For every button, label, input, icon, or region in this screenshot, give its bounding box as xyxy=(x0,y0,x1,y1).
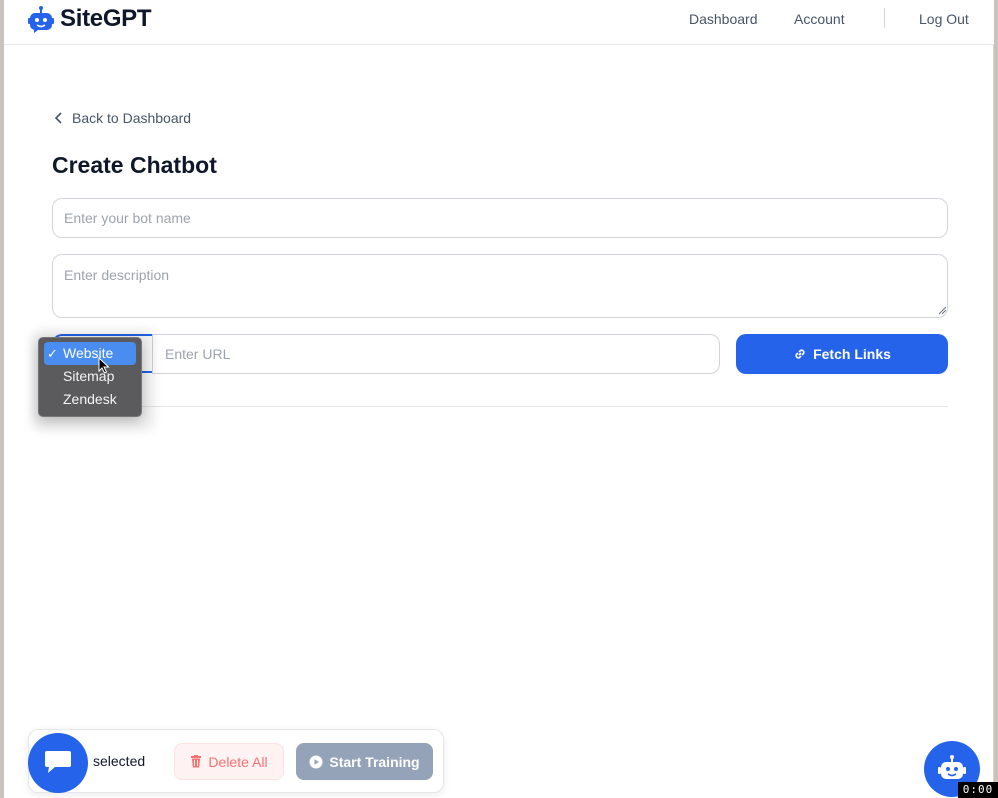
nav-divider xyxy=(884,8,885,28)
dropdown-option-sitemap[interactable]: Sitemap xyxy=(44,365,136,388)
trash-icon xyxy=(191,755,202,768)
start-training-label: Start Training xyxy=(329,753,420,770)
brand-logo[interactable]: SiteGPT xyxy=(28,4,152,34)
chat-support-button[interactable] xyxy=(28,733,88,793)
delete-all-label: Delete All xyxy=(208,753,268,770)
nav-logout-link[interactable]: Log Out xyxy=(919,11,969,27)
recording-timer: 0:00 xyxy=(958,782,998,798)
delete-all-button[interactable]: Delete All xyxy=(174,743,284,780)
resize-grip-icon[interactable] xyxy=(938,306,947,315)
section-divider xyxy=(52,406,948,407)
nav-dashboard-link[interactable]: Dashboard xyxy=(689,11,758,27)
link-icon xyxy=(795,349,805,359)
selected-count-label: selected xyxy=(93,753,146,769)
back-to-dashboard-link[interactable]: Back to Dashboard xyxy=(54,110,191,126)
dropdown-option-website[interactable]: ✓ Website xyxy=(44,342,136,365)
mouse-cursor-icon xyxy=(98,357,110,374)
fetch-links-button[interactable]: Fetch Links xyxy=(736,334,948,374)
checkmark-icon: ✓ xyxy=(47,346,58,361)
nav-account-link[interactable]: Account xyxy=(794,11,845,27)
brand-name: SiteGPT xyxy=(60,5,152,32)
top-header: SiteGPT Dashboard Account Log Out xyxy=(4,0,994,45)
url-input[interactable] xyxy=(152,334,720,374)
chevron-left-icon xyxy=(54,112,62,124)
bot-name-input[interactable] xyxy=(52,198,948,238)
description-textarea[interactable] xyxy=(52,254,948,318)
fetch-links-label: Fetch Links xyxy=(813,346,891,362)
chat-icon xyxy=(45,751,71,773)
robot-icon xyxy=(938,755,966,779)
back-link-label: Back to Dashboard xyxy=(72,110,192,126)
option-label: Zendesk xyxy=(63,391,117,407)
dropdown-option-zendesk[interactable]: Zendesk xyxy=(44,388,136,411)
source-type-dropdown[interactable]: ✓ Website Sitemap Zendesk xyxy=(38,337,142,417)
bottom-action-bar: selected Delete All Start Training xyxy=(28,729,444,793)
page-title: Create Chatbot xyxy=(52,152,217,178)
robot-logo-icon xyxy=(28,6,54,33)
play-circle-icon xyxy=(309,755,323,768)
start-training-button[interactable]: Start Training xyxy=(296,743,433,780)
